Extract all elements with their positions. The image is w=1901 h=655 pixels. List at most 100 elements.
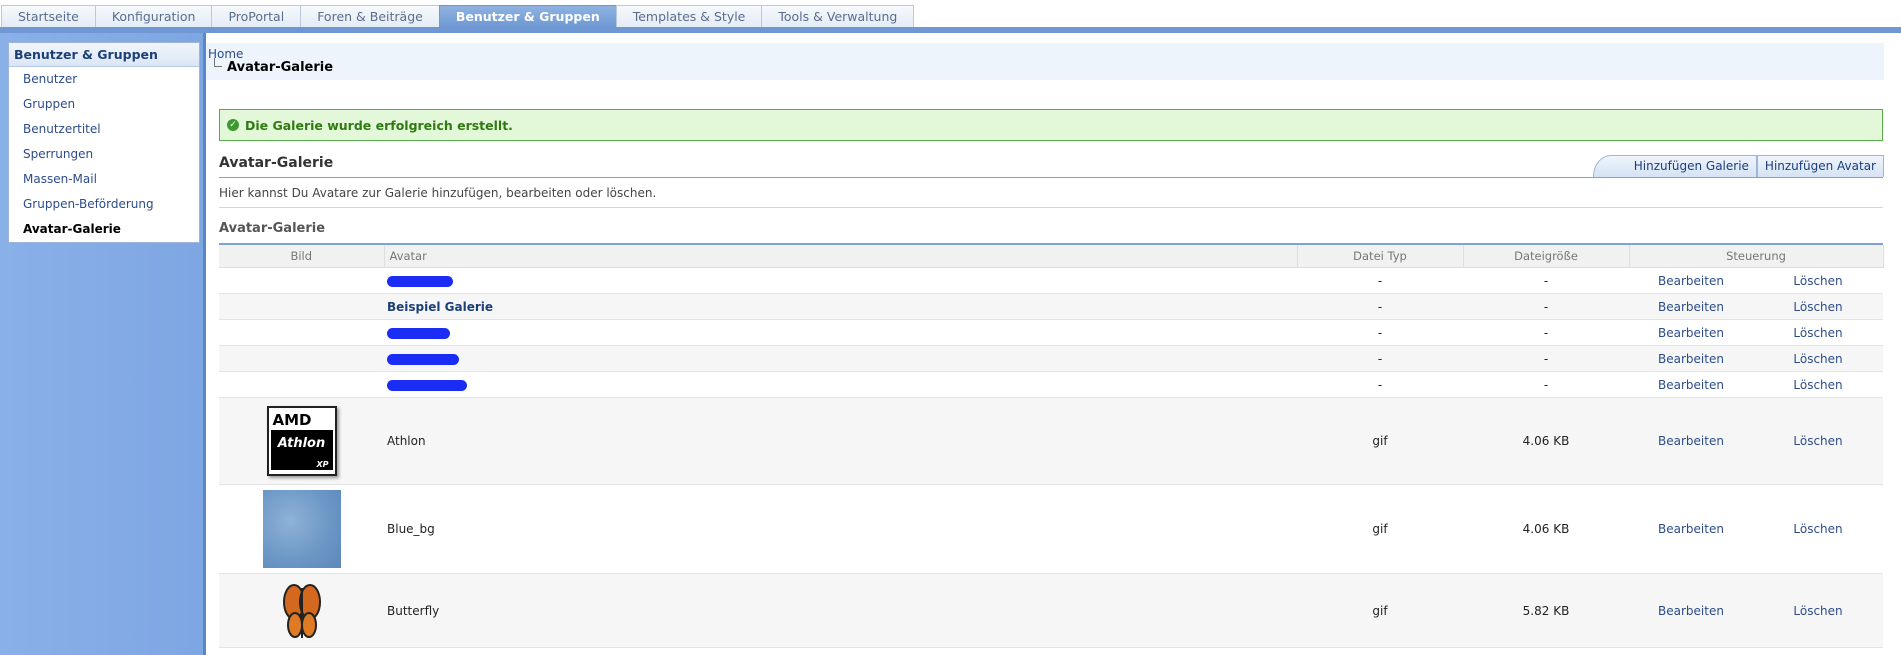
table-cell-avatar: Butterfly [384, 573, 1297, 648]
sidebar-item-gruppen[interactable]: Gruppen [9, 92, 199, 117]
table-cell-image [219, 573, 384, 648]
tab-proportal[interactable]: ProPortal [211, 5, 302, 28]
table-cell-type: - [1297, 371, 1463, 398]
sidebar-item-benutzer[interactable]: Benutzer [9, 67, 199, 92]
table-cell-avatar [384, 319, 1297, 346]
blue-texture-image [262, 490, 341, 568]
edit-link[interactable]: Bearbeiten [1658, 352, 1724, 366]
table-cell-type: gif [1297, 397, 1463, 485]
edit-link[interactable]: Bearbeiten [1658, 300, 1724, 314]
table-cell-avatar [384, 345, 1297, 372]
table-row: - - Bearbeiten Löschen [219, 267, 1884, 294]
table-cell-size: - [1463, 345, 1629, 372]
delete-link[interactable]: Löschen [1793, 434, 1842, 448]
sidebar: Benutzer & Gruppen Benutzer Gruppen Benu… [0, 33, 203, 655]
description-divider [219, 207, 1883, 208]
redacted-gallery-name[interactable] [387, 353, 459, 365]
table-cell-size: - [1463, 371, 1629, 398]
breadcrumb: Home Avatar-Galerie [206, 43, 1884, 80]
delete-link[interactable]: Löschen [1793, 352, 1842, 366]
sidebar-item-sperrungen[interactable]: Sperrungen [9, 142, 199, 167]
main-content: Home Avatar-Galerie ✓ Die Galerie wurde … [206, 43, 1884, 655]
add-gallery-button[interactable]: Hinzufügen Galerie [1592, 155, 1757, 177]
delete-link[interactable]: Löschen [1793, 300, 1842, 314]
table-cell-type: gif [1297, 573, 1463, 648]
section-title: Avatar-Galerie [219, 155, 334, 171]
sidebar-item-avatar-galerie[interactable]: Avatar-Galerie [9, 217, 199, 242]
delete-link[interactable]: Löschen [1793, 604, 1842, 618]
table-title: Avatar-Galerie [219, 221, 326, 236]
butterfly-image [281, 580, 323, 642]
table-cell-avatar [384, 267, 1297, 294]
amd-athlon-logo-image: AMD Athlon XP [266, 406, 337, 476]
table-cell-avatar: Beispiel Galerie [384, 293, 1297, 320]
column-header-datei-typ: Datei Typ [1297, 245, 1464, 268]
gallery-name-link[interactable]: Beispiel Galerie [387, 300, 493, 314]
table-cell-image [219, 267, 384, 294]
redacted-gallery-name[interactable] [387, 327, 450, 339]
redacted-gallery-name[interactable] [387, 379, 467, 391]
edit-link[interactable]: Bearbeiten [1658, 522, 1724, 536]
section-action-tabs: Hinzufügen Galerie Hinzufügen Avatar [1592, 155, 1884, 177]
main-tabs: Startseite Konfiguration ProPortal Foren… [1, 5, 915, 28]
table-cell-image [219, 371, 384, 398]
table-cell-image [219, 484, 384, 574]
table-row: Beispiel Galerie - - Bearbeiten Löschen [219, 293, 1884, 320]
table-cell-avatar [384, 371, 1297, 398]
table-cell-type: - [1297, 319, 1463, 346]
tab-konfiguration[interactable]: Konfiguration [94, 5, 213, 28]
success-message-text: Die Galerie wurde erfolgreich erstellt. [245, 118, 513, 133]
tab-foren-beitraege[interactable]: Foren & Beiträge [300, 5, 440, 28]
table-row: AMD Athlon XP Athlon gif 4.06 KB Bearbei… [219, 397, 1884, 485]
column-header-steuerung: Steuerung [1629, 245, 1884, 268]
table-cell-size: - [1463, 319, 1629, 346]
tab-startseite[interactable]: Startseite [1, 5, 96, 28]
table-cell-avatar: Blue_bg [384, 484, 1297, 574]
section-title-divider [219, 177, 1883, 178]
column-header-dateigroesse: Dateigröße [1463, 245, 1630, 268]
table-cell-type: gif [1297, 484, 1463, 574]
table-row: - - Bearbeiten Löschen [219, 319, 1884, 346]
table-cell-image [219, 319, 384, 346]
delete-link[interactable]: Löschen [1793, 326, 1842, 340]
table-cell-avatar: Athlon [384, 397, 1297, 485]
page-title: Avatar-Galerie [227, 60, 334, 75]
edit-link[interactable]: Bearbeiten [1658, 378, 1724, 392]
section-description: Hier kannst Du Avatare zur Galerie hinzu… [219, 186, 657, 200]
table-cell-type: - [1297, 345, 1463, 372]
column-header-avatar: Avatar [384, 245, 1298, 268]
edit-link[interactable]: Bearbeiten [1658, 326, 1724, 340]
breadcrumb-tree-connector [214, 58, 222, 67]
success-message-box: ✓ Die Galerie wurde erfolgreich erstellt… [219, 109, 1883, 141]
table-row: - - Bearbeiten Löschen [219, 345, 1884, 372]
table-header-row: Bild Avatar Datei Typ Dateigröße Steueru… [219, 245, 1884, 268]
delete-link[interactable]: Löschen [1793, 378, 1842, 392]
table-cell-size: 4.06 KB [1463, 484, 1629, 574]
column-header-bild: Bild [219, 245, 385, 268]
delete-link[interactable]: Löschen [1793, 274, 1842, 288]
table-cell-image [219, 345, 384, 372]
redacted-gallery-name[interactable] [387, 275, 453, 287]
table-row: Butterfly gif 5.82 KB Bearbeiten Löschen [219, 573, 1884, 648]
add-avatar-button[interactable]: Hinzufügen Avatar [1756, 155, 1884, 177]
top-navigation: Startseite Konfiguration ProPortal Foren… [0, 0, 1901, 33]
tab-tools-verwaltung[interactable]: Tools & Verwaltung [761, 5, 915, 28]
tab-bar-divider [0, 27, 1901, 33]
table-cell-size: 5.82 KB [1463, 573, 1629, 648]
edit-link[interactable]: Bearbeiten [1658, 274, 1724, 288]
edit-link[interactable]: Bearbeiten [1658, 604, 1724, 618]
table-cell-size: - [1463, 267, 1629, 294]
tab-templates-style[interactable]: Templates & Style [615, 5, 763, 28]
sidebar-item-gruppen-befoerderung[interactable]: Gruppen-Beförderung [9, 192, 199, 217]
checkmark-icon: ✓ [227, 119, 239, 131]
delete-link[interactable]: Löschen [1793, 522, 1842, 536]
table-cell-type: - [1297, 293, 1463, 320]
sidebar-item-benutzertitel[interactable]: Benutzertitel [9, 117, 199, 142]
table-cell-image [219, 293, 384, 320]
tab-benutzer-gruppen[interactable]: Benutzer & Gruppen [438, 5, 617, 28]
sidebar-item-massen-mail[interactable]: Massen-Mail [9, 167, 199, 192]
table-cell-type: - [1297, 267, 1463, 294]
edit-link[interactable]: Bearbeiten [1658, 434, 1724, 448]
sidebar-title: Benutzer & Gruppen [9, 43, 199, 67]
table-row: Blue_bg gif 4.06 KB Bearbeiten Löschen [219, 484, 1884, 574]
